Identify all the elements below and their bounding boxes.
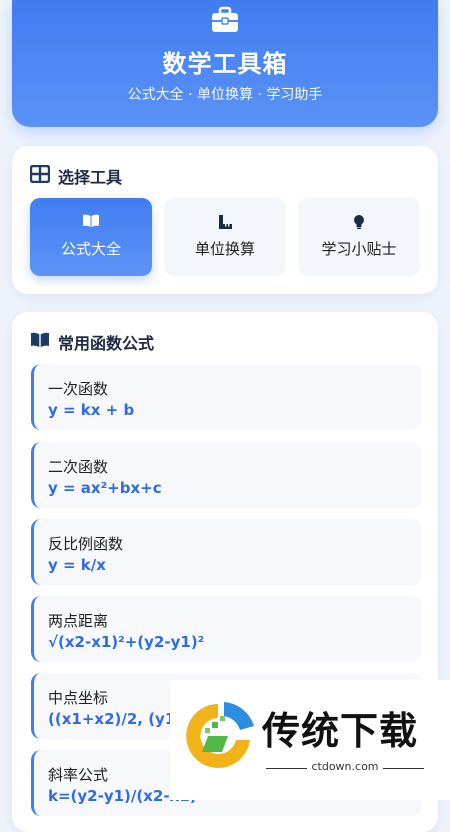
formula-expression: y = kx + b <box>48 401 135 419</box>
formulas-title: 常用函数公式 <box>58 334 155 353</box>
tool-selector-title: 选择工具 <box>58 168 123 187</box>
tab-unit-conversion[interactable]: 单位换算 <box>164 198 286 276</box>
formula-expression: y = k/x <box>48 556 106 574</box>
lightbulb-icon <box>352 214 366 234</box>
formula-name: 中点坐标 <box>48 689 109 707</box>
formula-expression: √(x2-x1)²+(y2-y1)² <box>48 633 205 651</box>
app-title: 数学工具箱 <box>162 50 288 78</box>
formula-name: 一次函数 <box>48 380 109 398</box>
ruler-icon <box>217 214 233 234</box>
grid-icon <box>29 164 51 187</box>
formula-item[interactable]: 两点距离 √(x2-x1)²+(y2-y1)² <box>31 596 422 662</box>
formula-item[interactable]: 一次函数 y = kx + b <box>31 364 422 430</box>
book-icon <box>82 214 100 232</box>
tab-unit-conversion-label: 单位换算 <box>194 240 255 258</box>
tool-selector-heading: 选择工具 <box>29 164 123 188</box>
formula-name: 反比例函数 <box>48 535 124 553</box>
watermark-text: 传统下载 <box>262 709 419 753</box>
formulas-heading: 常用函数公式 <box>30 330 154 354</box>
formula-expression: y = ax²+bx+c <box>48 479 162 497</box>
tab-formulas-label: 公式大全 <box>60 240 121 258</box>
tab-formulas[interactable]: 公式大全 <box>30 198 152 276</box>
watermark-logo-icon <box>178 696 258 782</box>
formula-item[interactable]: 二次函数 y = ax²+bx+c <box>31 442 422 508</box>
toolbox-icon <box>210 6 240 38</box>
tool-selector-card: 选择工具 公式大全 单位换算 学习小贴士 <box>12 146 438 294</box>
app-header: 数学工具箱 公式大全 · 单位换算 · 学习助手 <box>12 0 438 127</box>
tab-study-tips-label: 学习小贴士 <box>321 240 397 258</box>
formula-name: 两点距离 <box>48 612 109 630</box>
formula-item[interactable]: 反比例函数 y = k/x <box>31 519 422 585</box>
formula-name: 斜率公式 <box>48 766 109 784</box>
formula-name: 二次函数 <box>48 458 109 476</box>
watermark-url-text: ctdown.com <box>307 760 383 773</box>
watermark: 传统下载 ctdown.com <box>170 680 450 800</box>
app-subtitle: 公式大全 · 单位换算 · 学习助手 <box>127 87 323 103</box>
tab-study-tips[interactable]: 学习小贴士 <box>298 198 420 276</box>
watermark-url: ctdown.com <box>266 760 424 773</box>
book-icon <box>30 332 50 352</box>
